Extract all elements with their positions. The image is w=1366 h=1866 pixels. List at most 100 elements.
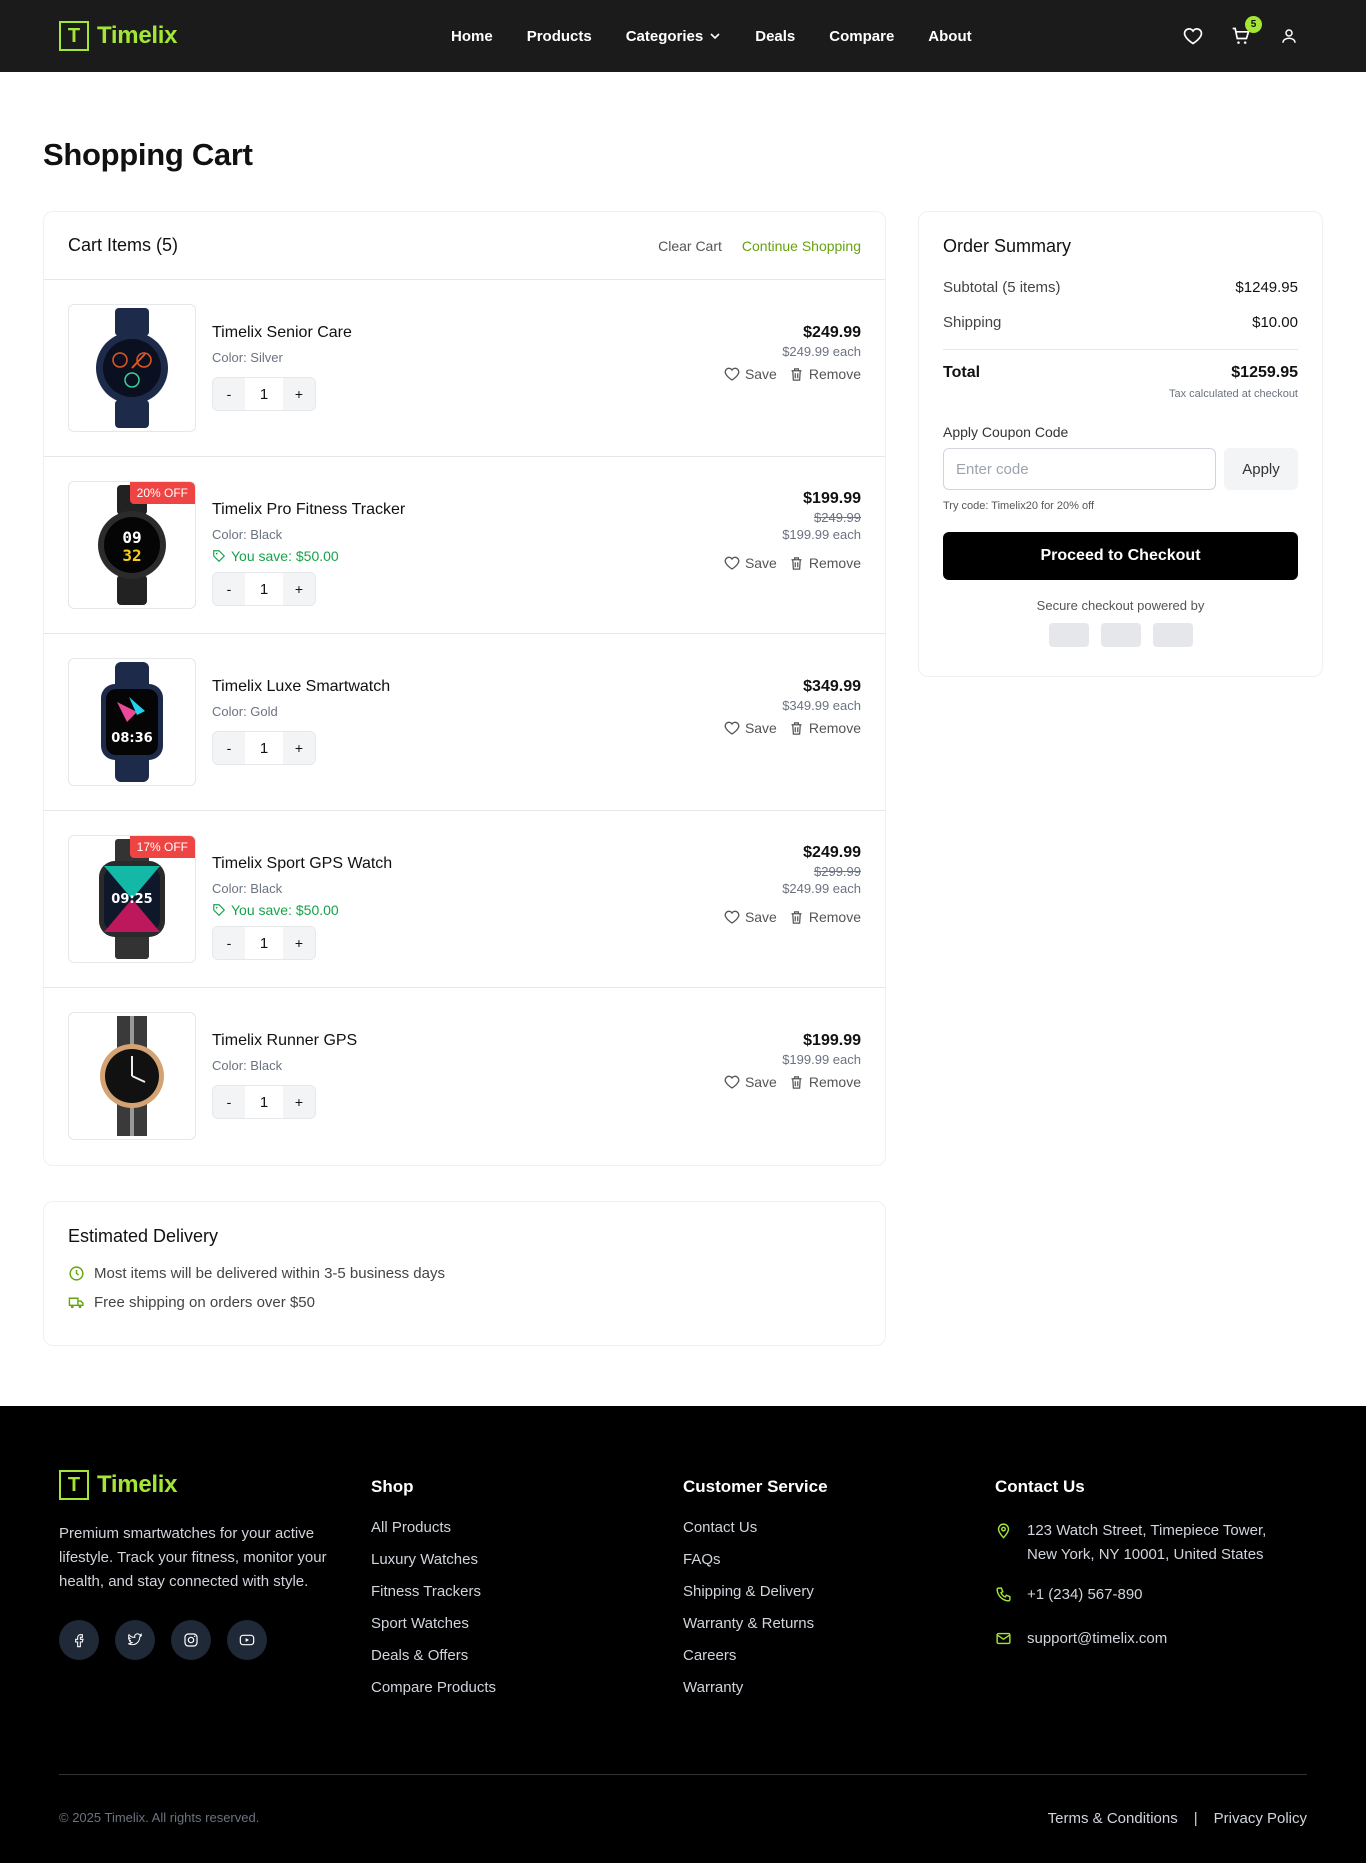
decrease-qty-button[interactable]: - <box>213 378 245 410</box>
qty-value[interactable]: 1 <box>245 1086 283 1118</box>
item-each-price: $199.99 each <box>782 1052 861 1067</box>
shipping-label: Shipping <box>943 314 1002 331</box>
quantity-stepper: - 1 + <box>212 377 316 411</box>
coupon-hint: Try code: Timelix20 for 20% off <box>943 500 1095 512</box>
product-name[interactable]: Timelix Senior Care <box>212 324 352 342</box>
nav-about[interactable]: About <box>928 28 971 45</box>
product-name[interactable]: Timelix Runner GPS <box>212 1032 357 1050</box>
privacy-link[interactable]: Privacy Policy <box>1214 1810 1307 1827</box>
product-image[interactable] <box>68 304 196 432</box>
trash-icon <box>791 1075 802 1089</box>
coupon-input[interactable] <box>943 448 1216 490</box>
save-for-later-button[interactable]: Save <box>724 1074 777 1090</box>
decrease-qty-button[interactable]: - <box>213 927 245 959</box>
remove-item-button[interactable]: Remove <box>789 555 861 571</box>
instagram-icon[interactable] <box>171 1620 211 1660</box>
trash-icon <box>791 721 802 735</box>
save-for-later-button[interactable]: Save <box>724 366 777 382</box>
footer-logo[interactable]: T Timelix <box>59 1470 371 1500</box>
facebook-icon[interactable] <box>59 1620 99 1660</box>
payment-method-icon <box>1152 623 1193 647</box>
secure-checkout-text: Secure checkout powered by <box>1036 598 1205 613</box>
decrease-qty-button[interactable]: - <box>213 573 245 605</box>
logo[interactable]: T Timelix <box>59 21 177 51</box>
remove-item-button[interactable]: Remove <box>789 1074 861 1090</box>
increase-qty-button[interactable]: + <box>283 1086 315 1118</box>
increase-qty-button[interactable]: + <box>283 378 315 410</box>
discount-badge: 20% OFF <box>129 482 195 504</box>
qty-value[interactable]: 1 <box>245 573 283 605</box>
footer-link-shipping[interactable]: Shipping & Delivery <box>683 1583 995 1600</box>
continue-shopping-link[interactable]: Continue Shopping <box>742 238 861 254</box>
item-price: $199.99 <box>803 490 861 507</box>
footer-link-faqs[interactable]: FAQs <box>683 1551 995 1568</box>
payment-method-icon <box>1048 623 1089 647</box>
contact-address: 123 Watch Street, Timepiece Tower, New Y… <box>995 1519 1285 1567</box>
decrease-qty-button[interactable]: - <box>213 1086 245 1118</box>
svg-text:32: 32 <box>122 546 141 565</box>
header-actions: 5 <box>1182 0 1300 72</box>
product-image[interactable] <box>68 1012 196 1140</box>
footer-link-careers[interactable]: Careers <box>683 1647 995 1664</box>
increase-qty-button[interactable]: + <box>283 927 315 959</box>
qty-value[interactable]: 1 <box>245 378 283 410</box>
youtube-icon[interactable] <box>227 1620 267 1660</box>
user-icon[interactable] <box>1278 25 1300 47</box>
footer-contact-column: Contact Us 123 Watch Street, Timepiece T… <box>995 1470 1307 1711</box>
nav-home[interactable]: Home <box>451 28 493 45</box>
save-for-later-button[interactable]: Save <box>724 909 777 925</box>
product-name[interactable]: Timelix Luxe Smartwatch <box>212 678 390 696</box>
heart-icon <box>724 910 740 924</box>
footer-link-warranty-returns[interactable]: Warranty & Returns <box>683 1615 995 1632</box>
item-price: $249.99 <box>803 324 861 341</box>
footer-link-deals[interactable]: Deals & Offers <box>371 1647 683 1664</box>
nav-compare[interactable]: Compare <box>829 28 894 45</box>
footer-link-all-products[interactable]: All Products <box>371 1519 683 1536</box>
quantity-stepper: - 1 + <box>212 926 316 960</box>
free-shipping-text: Free shipping on orders over $50 <box>94 1294 315 1311</box>
footer-link-contact[interactable]: Contact Us <box>683 1519 995 1536</box>
watch-image-icon <box>100 1016 164 1136</box>
proceed-to-checkout-button[interactable]: Proceed to Checkout <box>943 532 1298 580</box>
apply-coupon-button[interactable]: Apply <box>1224 448 1298 490</box>
product-name[interactable]: Timelix Pro Fitness Tracker <box>212 501 405 519</box>
save-for-later-button[interactable]: Save <box>724 555 777 571</box>
footer-link-fitness-trackers[interactable]: Fitness Trackers <box>371 1583 683 1600</box>
remove-item-button[interactable]: Remove <box>789 909 861 925</box>
subtotal-label: Subtotal (5 items) <box>943 279 1061 296</box>
remove-item-button[interactable]: Remove <box>789 720 861 736</box>
email-link[interactable]: support@timelix.com <box>1027 1627 1167 1655</box>
product-image[interactable]: 09:25 17% OFF <box>68 835 196 963</box>
product-image[interactable]: 08:36 <box>68 658 196 786</box>
increase-qty-button[interactable]: + <box>283 732 315 764</box>
product-image[interactable]: 09 32 20% OFF <box>68 481 196 609</box>
free-shipping-row: Free shipping on orders over $50 <box>68 1294 861 1311</box>
terms-link[interactable]: Terms & Conditions <box>1048 1810 1178 1827</box>
remove-label: Remove <box>808 555 861 571</box>
twitter-icon[interactable] <box>115 1620 155 1660</box>
cart-item: 09:25 17% OFF Timelix Sport GPS Watch Co… <box>44 811 885 988</box>
save-for-later-button[interactable]: Save <box>724 720 777 736</box>
nav-products[interactable]: Products <box>527 28 592 45</box>
decrease-qty-button[interactable]: - <box>213 732 245 764</box>
remove-item-button[interactable]: Remove <box>789 366 861 382</box>
wishlist-heart-icon[interactable] <box>1182 25 1204 47</box>
footer-shop-title: Shop <box>371 1477 414 1496</box>
phone-link[interactable]: +1 (234) 567-890 <box>1027 1583 1143 1611</box>
footer-link-sport-watches[interactable]: Sport Watches <box>371 1615 683 1632</box>
cart-icon[interactable]: 5 <box>1230 16 1262 47</box>
footer-link-warranty[interactable]: Warranty <box>683 1679 995 1696</box>
clear-cart-link[interactable]: Clear Cart <box>658 238 722 254</box>
qty-value[interactable]: 1 <box>245 732 283 764</box>
legal-separator: | <box>1193 1810 1198 1827</box>
product-color: Color: Black <box>212 1058 283 1073</box>
nav-deals[interactable]: Deals <box>755 28 795 45</box>
nav-categories[interactable]: Categories <box>626 28 722 45</box>
qty-value[interactable]: 1 <box>245 927 283 959</box>
svg-text:09:25: 09:25 <box>111 892 152 907</box>
footer-link-compare[interactable]: Compare Products <box>371 1679 683 1696</box>
product-name[interactable]: Timelix Sport GPS Watch <box>212 855 392 873</box>
footer-link-luxury-watches[interactable]: Luxury Watches <box>371 1551 683 1568</box>
increase-qty-button[interactable]: + <box>283 573 315 605</box>
subtotal-value: $1249.95 <box>1235 279 1298 296</box>
